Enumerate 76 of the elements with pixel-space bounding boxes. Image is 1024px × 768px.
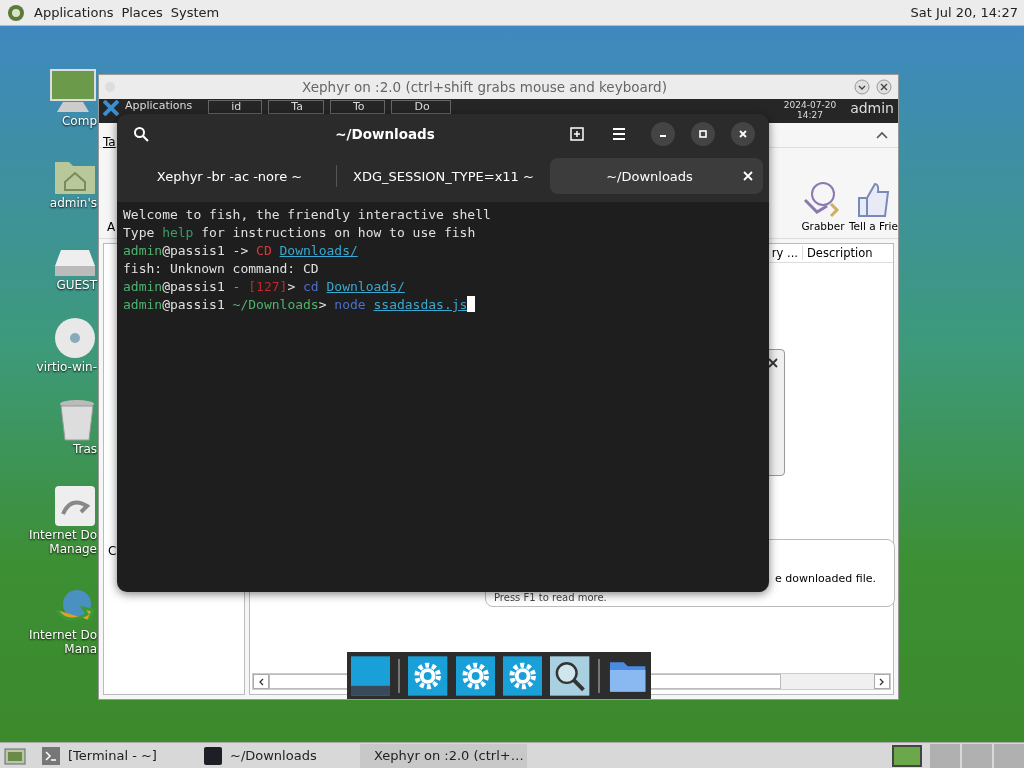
window-title: Xephyr on :2.0 (ctrl+shift grabs mouse and keyboard) <box>301 79 668 95</box>
search-icon[interactable] <box>133 126 149 142</box>
caret-icon[interactable] <box>876 131 888 139</box>
taskbar-button[interactable]: ~/Downloads <box>198 743 360 768</box>
tree-item[interactable]: C <box>108 544 117 558</box>
menu-item[interactable]: System <box>170 5 220 20</box>
trash-icon[interactable] <box>57 398 97 442</box>
close-button[interactable] <box>876 79 892 95</box>
terminal-tab[interactable]: XDG_SESSION_TYPE=x11 ~ <box>337 158 550 194</box>
menu-item[interactable]: Ta <box>103 121 116 149</box>
task-button[interactable]: Do <box>391 100 451 114</box>
terminal-line: admin@passis1 - [127]> cd Downloads/ <box>123 278 406 296</box>
terminal-line: Type help for instructions on how to use fish <box>123 224 477 242</box>
menu-icon[interactable] <box>611 126 627 142</box>
logo-icon[interactable] <box>103 100 119 116</box>
desktop-icon-label[interactable]: GUEST <box>56 278 97 292</box>
task-button[interactable]: id <box>208 100 263 114</box>
scroll-left-button[interactable] <box>253 674 269 689</box>
workspace-button[interactable] <box>892 744 922 767</box>
window-title: ~/Downloads <box>335 126 435 142</box>
close-button[interactable] <box>731 122 755 146</box>
monitor-icon[interactable] <box>49 68 97 114</box>
drive-icon[interactable] <box>53 248 97 278</box>
taskbar-button[interactable]: Xephyr on :2.0 (ctrl+… <box>360 743 527 768</box>
column-header[interactable]: Description <box>802 246 893 260</box>
terminal-line: admin@passis1 ~/Downloads> node ssadasdas.js <box>123 296 763 314</box>
close-tab-icon[interactable] <box>743 171 753 181</box>
notice-text: e downloaded file. <box>775 572 876 585</box>
chevron-right-icon <box>879 677 885 686</box>
installer-icon[interactable] <box>53 484 97 528</box>
panel-time: 14:27 <box>797 110 823 120</box>
desktop-icon-label[interactable]: Mana <box>64 642 97 656</box>
collapse-button[interactable] <box>854 79 870 95</box>
new-tab-icon[interactable] <box>569 126 585 142</box>
terminal-line: fish: Unknown command: CD <box>123 260 320 278</box>
menu-item[interactable]: Applications <box>34 5 114 20</box>
desktop-icon-label[interactable]: admin's <box>49 196 97 210</box>
menu-item[interactable]: Places <box>121 5 163 20</box>
scroll-right-button[interactable] <box>874 674 890 689</box>
menu-item[interactable]: Applications <box>125 100 193 112</box>
desktop-icon-label[interactable]: Comp <box>61 114 97 128</box>
toolbar-button[interactable]: Tell a Frie <box>849 180 898 232</box>
text-cursor <box>467 296 476 312</box>
maximize-icon <box>698 129 708 139</box>
toolbar-button[interactable]: Grabber <box>799 180 847 232</box>
terminal-tab[interactable]: Xephyr -br -ac -nore ~ <box>123 158 336 194</box>
terminal-line: Welcome to fish, the friendly interactive shell <box>123 206 492 224</box>
desktop-icon-label[interactable]: Internet Do <box>28 528 97 542</box>
taskbar-button[interactable]: [Terminal - ~] <box>36 743 198 768</box>
side-label: A <box>107 220 116 234</box>
show-desktop-icon[interactable] <box>4 745 26 766</box>
clock[interactable]: Sat Jul 20, 14:27 <box>910 5 1018 20</box>
desktop-icon-label[interactable]: Internet Do <box>28 628 97 642</box>
terminal-icon <box>42 746 60 765</box>
disc-icon[interactable] <box>53 316 97 360</box>
task-button[interactable]: Ta <box>268 100 324 114</box>
gear-icon[interactable] <box>408 655 448 696</box>
user-name[interactable]: admin <box>850 100 894 116</box>
window-icon[interactable] <box>351 655 391 696</box>
console-icon <box>204 746 222 765</box>
search-icon[interactable] <box>550 655 590 696</box>
desktop-icon-label[interactable]: virtio-win- <box>36 360 97 374</box>
close-icon[interactable] <box>768 358 778 368</box>
panel-date: 2024-07-20 <box>783 100 837 110</box>
desktop-icon-label[interactable]: Manage <box>49 542 97 556</box>
gear-icon[interactable] <box>503 655 543 696</box>
maximize-button[interactable] <box>691 122 715 146</box>
terminal-line: admin@passis1 -> CD Downloads/ <box>123 242 359 260</box>
close-icon <box>738 129 748 139</box>
gear-icon[interactable] <box>455 655 495 696</box>
chevron-left-icon <box>258 677 264 686</box>
desktop-icon-label[interactable]: Tras <box>72 442 97 456</box>
notice-hint: Press F1 to read more. <box>494 592 607 603</box>
terminal-tab[interactable]: ~/Downloads <box>550 158 763 194</box>
task-button[interactable]: To <box>329 100 386 114</box>
minimize-button[interactable] <box>651 122 675 146</box>
